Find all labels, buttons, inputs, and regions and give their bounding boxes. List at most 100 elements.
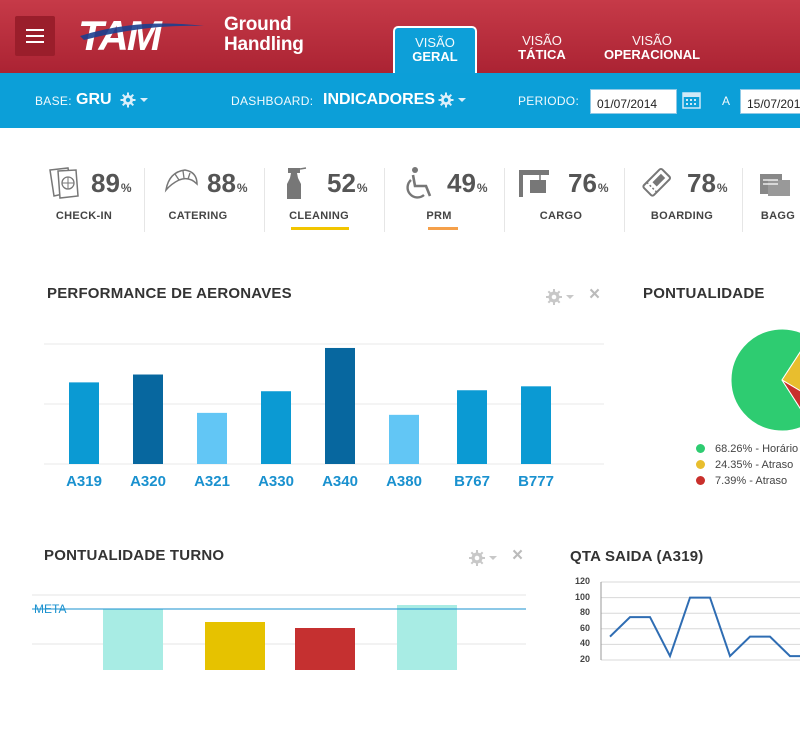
period-label: PERIODO:: [518, 94, 580, 108]
bar-b777: [521, 386, 551, 464]
kpi-divider: [742, 168, 743, 232]
turno-close-button[interactable]: ×: [512, 546, 528, 565]
kpi-value: 49%: [447, 168, 488, 199]
caret-down-icon: [140, 98, 148, 102]
performance-title: PERFORMANCE DE AERONAVES: [47, 285, 292, 302]
category-label-a319: A319: [66, 473, 102, 490]
category-label-a340: A340: [322, 473, 358, 490]
filter-bar: BASE: GRU DASHBOARD: INDICADORES PERIODO…: [0, 73, 800, 128]
category-label-a330: A330: [258, 473, 294, 490]
product-name-line1: Ground: [224, 14, 292, 35]
gear-icon: [546, 289, 562, 305]
legend-item-1: 24.35% - Atraso: [696, 459, 793, 471]
legend-dot: [696, 460, 705, 469]
y-tick-label: 80: [579, 607, 590, 618]
kpi-number: 78: [687, 168, 716, 198]
tab-line1: VISÃO: [632, 33, 672, 48]
qta-line-chart: [600, 581, 800, 661]
turno-bar-3: [397, 605, 457, 670]
base-label: BASE:: [35, 94, 72, 108]
gear-icon: [120, 92, 136, 108]
legend-text: 68.26% - Horário: [715, 443, 799, 455]
menu-line: [26, 35, 44, 37]
dashboard-value[interactable]: INDICADORES: [323, 91, 435, 109]
kpi-label: PRM: [426, 210, 452, 222]
bar-a340: [325, 347, 355, 464]
calendar-icon[interactable]: [681, 89, 703, 111]
base-settings-dropdown[interactable]: [120, 92, 150, 108]
bar-a319: [69, 382, 99, 464]
kpi-label: BOARDING: [650, 210, 714, 222]
croissant-icon: [164, 169, 198, 193]
tab-line1: VISÃO: [522, 33, 562, 48]
tab-visao-operacional[interactable]: VISÃO OPERACIONAL: [600, 26, 704, 73]
dashboard-label: DASHBOARD:: [231, 94, 314, 108]
menu-line: [26, 29, 44, 31]
legend-dot: [696, 476, 705, 485]
date-to-input[interactable]: [740, 89, 800, 114]
kpi-cargo[interactable]: 76% CARGO: [516, 160, 636, 232]
kpi-divider: [144, 168, 145, 232]
kpi-value: 76%: [568, 168, 609, 199]
kpi-label: CATERING: [168, 210, 228, 222]
performance-close-button[interactable]: ×: [589, 285, 605, 304]
tam-logo: TAM: [78, 12, 204, 56]
category-label-a380: A380: [386, 473, 422, 490]
prm-status-underline: [428, 227, 458, 230]
kpi-divider: [504, 168, 505, 232]
cargo-crane-icon: [519, 170, 549, 197]
tab-visao-geral[interactable]: VISÃO GERAL: [393, 26, 477, 74]
cleaning-status-underline: [291, 227, 349, 230]
tab-line2: OPERACIONAL: [603, 47, 701, 62]
boarding-ticket-icon: [642, 167, 672, 197]
bar-a321: [197, 412, 227, 464]
legend-item-2: 7.39% - Atraso: [696, 475, 787, 487]
performance-bar-chart: [44, 343, 604, 465]
y-tick-label: 120: [574, 576, 590, 586]
legend-item-0: 68.26% - Horário: [696, 443, 798, 455]
turno-settings-button[interactable]: [468, 549, 498, 567]
spray-bottle-icon: [287, 167, 307, 199]
caret-down-icon: [489, 556, 497, 560]
base-value[interactable]: GRU: [76, 91, 112, 109]
passport-icon: [49, 167, 79, 199]
legend-dot: [696, 444, 705, 453]
legend-text: 7.39% - Atraso: [715, 475, 788, 487]
kpi-value: 89%: [91, 168, 132, 199]
kpi-unit: %: [236, 181, 248, 195]
qta-series-line: [609, 596, 800, 659]
category-label-a321: A321: [194, 473, 230, 490]
performance-settings-button[interactable]: [545, 288, 575, 306]
wheelchair-icon: [406, 167, 432, 199]
pontualidade-title: PONTUALIDADE: [643, 285, 765, 302]
kpi-baggage[interactable]: BAGG: [758, 160, 800, 232]
bar-a320: [133, 374, 163, 464]
hamburger-menu-button[interactable]: [15, 16, 55, 56]
gear-icon: [438, 92, 454, 108]
caret-down-icon: [458, 98, 466, 102]
kpi-unit: %: [716, 181, 728, 195]
bar-b767: [457, 390, 487, 464]
baggage-icon: [760, 174, 790, 196]
product-name: Ground Handling: [224, 15, 304, 55]
category-label-b777: B777: [518, 473, 554, 490]
date-from-input[interactable]: [590, 89, 677, 114]
kpi-value: 88%: [207, 168, 248, 199]
kpi-divider: [624, 168, 625, 232]
kpi-unit: %: [597, 181, 609, 195]
y-tick-label: 40: [579, 638, 590, 649]
tab-line2: TÁTICA: [518, 47, 566, 62]
kpi-boarding[interactable]: 78% BOARDING: [638, 160, 758, 232]
y-tick-label: 100: [574, 591, 590, 602]
product-name-line2: Handling: [224, 34, 304, 55]
dashboard-settings-dropdown[interactable]: [438, 92, 468, 108]
caret-down-icon: [566, 295, 574, 299]
bar-a380: [389, 414, 419, 464]
y-tick-label: 60: [579, 622, 590, 633]
qta-title: QTA SAIDA (A319): [570, 548, 704, 565]
kpi-divider: [264, 168, 265, 232]
tab-visao-tatica[interactable]: VISÃO TÁTICA: [507, 26, 577, 73]
kpi-label: CHECK-IN: [55, 210, 113, 222]
kpi-number: 76: [568, 168, 597, 198]
top-header: TAM Ground Handling VISÃO GERAL VISÃO TÁ…: [0, 0, 800, 74]
